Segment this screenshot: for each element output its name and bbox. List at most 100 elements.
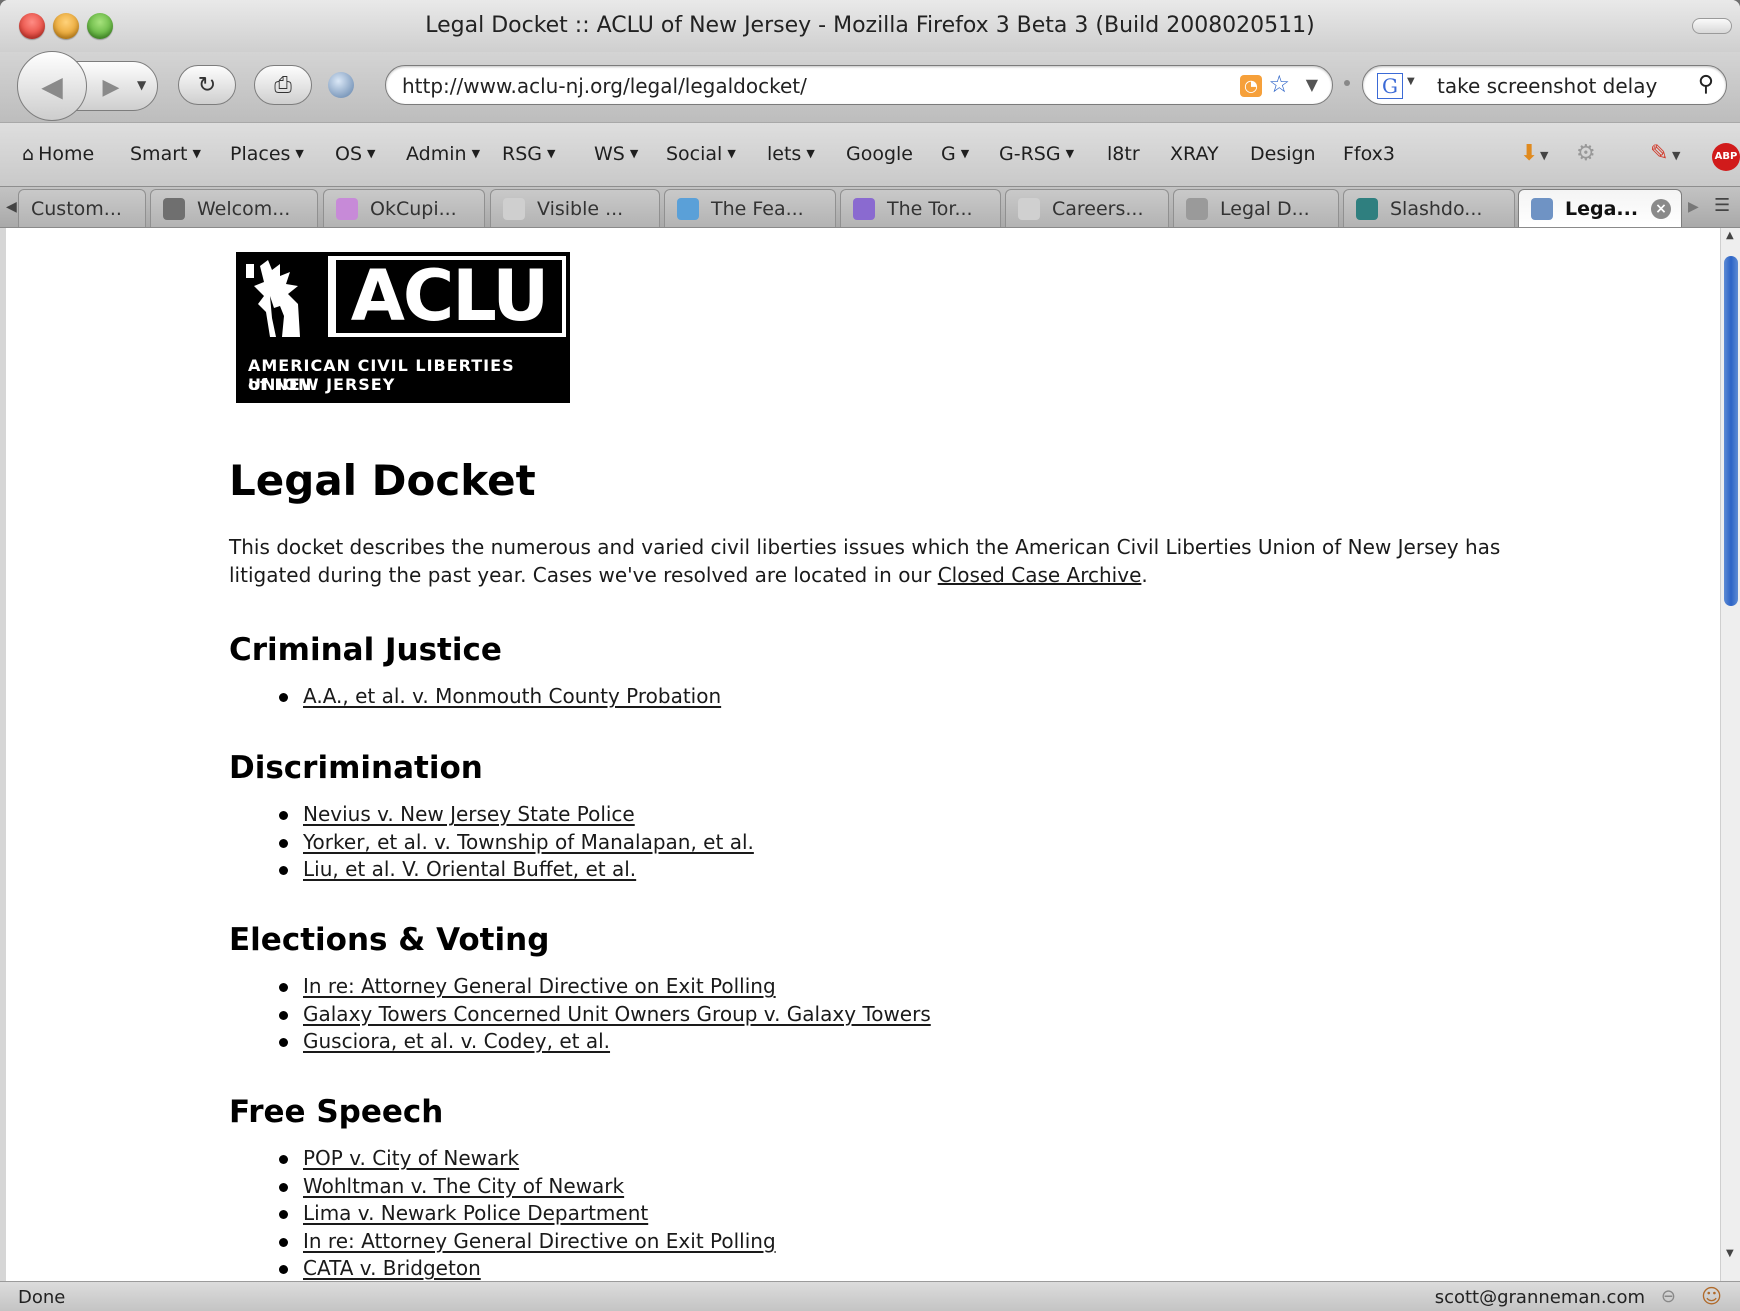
tab-favicon-icon bbox=[1018, 197, 1040, 220]
bookmark-label: Google bbox=[846, 143, 914, 165]
history-dropdown-icon[interactable]: ▼ bbox=[137, 78, 146, 92]
case-link[interactable]: Liu, et al. V. Oriental Buffet, et al. bbox=[303, 857, 636, 881]
bookmark-label: Places bbox=[230, 143, 291, 165]
case-link[interactable]: POP v. City of Newark bbox=[303, 1146, 519, 1170]
forward-button[interactable]: ▶ bbox=[93, 70, 129, 104]
bookmark-xray[interactable]: XRAY bbox=[1170, 143, 1219, 165]
vertical-scrollbar[interactable]: ▲ ▼ bbox=[1720, 228, 1740, 1281]
close-tab-icon[interactable]: × bbox=[1651, 199, 1671, 219]
bookmark-design[interactable]: Design bbox=[1250, 143, 1316, 165]
search-magnifier-icon[interactable]: ⚲ bbox=[1698, 72, 1714, 97]
case-link[interactable]: CATA v. Bridgeton bbox=[303, 1256, 481, 1280]
back-forward-group: ◀ ▶ ▼ bbox=[17, 51, 158, 121]
bookmark-ffox3[interactable]: Ffox3 bbox=[1343, 143, 1395, 165]
bookmark-label: G bbox=[941, 143, 956, 165]
dropdown-arrow-icon: ▼ bbox=[727, 147, 736, 160]
bookmark-label: OS bbox=[335, 143, 363, 165]
title-bar: Legal Docket :: ACLU of New Jersey - Moz… bbox=[0, 0, 1740, 52]
status-user-email[interactable]: scott@granneman.com bbox=[1435, 1287, 1645, 1308]
case-link[interactable]: Nevius v. New Jersey State Police bbox=[303, 802, 635, 826]
bookmark-os[interactable]: OS ▼ bbox=[335, 143, 375, 165]
statue-of-liberty-icon bbox=[240, 256, 328, 337]
extension-reader-icon[interactable]: ✎ bbox=[1650, 141, 1668, 166]
url-bar[interactable]: http://www.aclu-nj.org/legal/legaldocket… bbox=[385, 65, 1333, 105]
site-identity-icon[interactable] bbox=[328, 72, 354, 98]
bookmark-places[interactable]: Places ▼ bbox=[230, 143, 304, 165]
bookmark-ws[interactable]: WS ▼ bbox=[594, 143, 638, 165]
case-link[interactable]: Yorker, et al. v. Township of Manalapan,… bbox=[303, 830, 754, 854]
case-link[interactable]: Wohltman v. The City of Newark bbox=[303, 1174, 624, 1198]
bookmark-rsg[interactable]: RSG ▼ bbox=[502, 143, 555, 165]
tab[interactable]: Custom... bbox=[18, 189, 146, 227]
case-list: Nevius v. New Jersey State Police Yorker,… bbox=[229, 801, 754, 884]
tab-label: Slashdo... bbox=[1390, 197, 1483, 220]
back-button[interactable]: ◀ bbox=[17, 51, 87, 121]
tab[interactable]: Legal D... bbox=[1173, 189, 1339, 227]
tab[interactable]: Slashdo... bbox=[1343, 189, 1515, 227]
tab-active[interactable]: Lega... × bbox=[1518, 189, 1682, 227]
bookmark-l8tr[interactable]: l8tr bbox=[1107, 143, 1140, 165]
reload-button[interactable]: ↻ bbox=[178, 65, 236, 105]
bookmark-social[interactable]: Social ▼ bbox=[666, 143, 736, 165]
dropdown-arrow-icon: ▼ bbox=[547, 147, 556, 160]
google-search-engine-icon[interactable]: G bbox=[1377, 73, 1403, 99]
closed-case-archive-link[interactable]: Closed Case Archive bbox=[938, 563, 1142, 587]
case-link[interactable]: A.A., et al. v. Monmouth County Probatio… bbox=[303, 684, 721, 708]
toolbar-toggle-button[interactable] bbox=[1692, 18, 1732, 34]
extension-reader-dropdown-icon[interactable]: ▼ bbox=[1672, 149, 1680, 162]
tab-scroll-right-icon[interactable]: ▶ bbox=[1688, 199, 1699, 215]
bookmark-admin[interactable]: Admin ▼ bbox=[406, 143, 480, 165]
tab[interactable]: Welcom... bbox=[150, 189, 318, 227]
tab-favicon-icon bbox=[503, 197, 525, 220]
bookmark-google[interactable]: Google bbox=[846, 143, 913, 165]
aclu-nj-logo[interactable]: ACLU AMERICAN CIVIL LIBERTIES UNION of N… bbox=[236, 252, 570, 403]
url-text[interactable]: http://www.aclu-nj.org/legal/legaldocket… bbox=[402, 74, 807, 98]
bookmark-lets[interactable]: lets ▼ bbox=[767, 143, 815, 165]
print-button[interactable]: ⎙ bbox=[254, 65, 312, 105]
scrollbar-thumb[interactable] bbox=[1724, 256, 1738, 606]
tab[interactable]: Careers... bbox=[1005, 189, 1169, 227]
status-text: Done bbox=[18, 1287, 66, 1308]
tab-favicon-icon bbox=[1531, 197, 1553, 220]
case-link[interactable]: In re: Attorney General Directive on Exi… bbox=[303, 1229, 776, 1253]
search-bar[interactable]: G ▼ take screenshot delay ⚲ bbox=[1362, 65, 1727, 105]
dropdown-arrow-icon: ▼ bbox=[367, 147, 376, 160]
logo-upper-panel: ACLU bbox=[240, 256, 566, 337]
tab-label: Custom... bbox=[31, 197, 122, 220]
tab[interactable]: Visible ... bbox=[490, 189, 660, 227]
bookmark-g[interactable]: G ▼ bbox=[941, 143, 969, 165]
bookmark-star-icon[interactable]: ☆ bbox=[1268, 70, 1290, 98]
extension-download-icon[interactable]: ⬇ bbox=[1520, 141, 1538, 166]
extension-gears-icon[interactable]: ⚙ bbox=[1576, 141, 1596, 166]
tab-list-icon[interactable]: ☰ bbox=[1714, 195, 1730, 216]
tab[interactable]: The Fea... bbox=[664, 189, 836, 227]
extension-dropdown-icon[interactable]: ▼ bbox=[1540, 149, 1548, 162]
sync-status-icon[interactable]: ⊖ bbox=[1661, 1286, 1676, 1307]
status-bar: Done scott@granneman.com ⊖ ☺ bbox=[0, 1281, 1740, 1311]
bookmark-home[interactable]: ⌂ Home bbox=[22, 143, 94, 165]
bookmark-label: G-RSG bbox=[999, 143, 1061, 165]
case-link[interactable]: Galaxy Towers Concerned Unit Owners Grou… bbox=[303, 1002, 931, 1026]
printer-icon: ⎙ bbox=[274, 72, 292, 98]
case-link[interactable]: Gusciora, et al. v. Codey, et al. bbox=[303, 1029, 610, 1053]
list-item: CATA v. Bridgeton bbox=[229, 1255, 931, 1281]
tab-scroll-left-icon[interactable]: ◀ bbox=[6, 199, 17, 215]
case-link[interactable]: Lima v. Newark Police Department bbox=[303, 1201, 648, 1225]
case-link[interactable]: In re: Attorney General Directive on Exi… bbox=[303, 974, 776, 998]
search-input[interactable]: take screenshot delay bbox=[1437, 74, 1657, 98]
rss-feed-icon[interactable]: ◔ bbox=[1240, 75, 1262, 97]
search-engine-dropdown-icon[interactable]: ▼ bbox=[1407, 76, 1415, 87]
bookmark-g-rsg[interactable]: G-RSG ▼ bbox=[999, 143, 1074, 165]
bookmark-label: Admin bbox=[406, 143, 467, 165]
scroll-up-icon[interactable]: ▲ bbox=[1726, 230, 1734, 241]
scroll-down-icon[interactable]: ▼ bbox=[1726, 1248, 1734, 1259]
tab-label: Legal D... bbox=[1220, 197, 1310, 220]
greasemonkey-icon[interactable]: ☺ bbox=[1701, 1284, 1722, 1308]
tab[interactable]: The Tor... bbox=[840, 189, 1001, 227]
dropdown-arrow-icon: ▼ bbox=[471, 147, 481, 160]
bookmark-smart[interactable]: Smart ▼ bbox=[130, 143, 201, 165]
url-history-dropdown-icon[interactable]: ▼ bbox=[1306, 75, 1318, 94]
adblock-plus-icon[interactable]: ABP bbox=[1712, 143, 1740, 171]
tab[interactable]: OkCupi... bbox=[323, 189, 485, 227]
tab-label: The Tor... bbox=[887, 197, 973, 220]
